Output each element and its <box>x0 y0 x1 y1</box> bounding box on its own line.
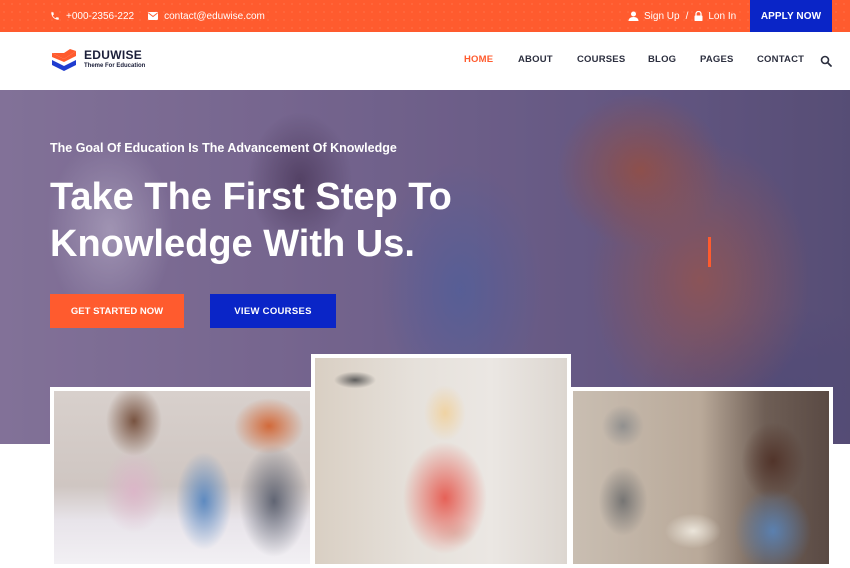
phone-number: +000-2356-222 <box>66 10 135 22</box>
search-button[interactable] <box>820 54 834 68</box>
auth-links: Sign Up / Lon In <box>628 0 736 32</box>
nav-pages[interactable]: PAGES <box>700 54 734 65</box>
main-header: EDUWISE Theme For Education HOME ABOUT C… <box>0 32 850 90</box>
contact-info: +000-2356-222 contact@eduwise.com <box>50 0 279 32</box>
log-in-link[interactable]: Lon In <box>708 11 736 22</box>
students-cafe-photo <box>569 387 833 568</box>
sign-up-link[interactable]: Sign Up <box>644 11 680 22</box>
nav-courses[interactable]: COURSES <box>577 54 625 65</box>
phone-icon <box>51 12 59 20</box>
get-started-button[interactable]: GET STARTED NOW <box>50 294 184 328</box>
envelope-icon <box>148 12 159 20</box>
phone-contact[interactable]: +000-2356-222 <box>50 11 134 22</box>
apply-now-button[interactable]: APPLY NOW <box>750 0 832 32</box>
main-nav: HOME ABOUT COURSES BLOG PAGES CONTACT <box>0 32 850 90</box>
lock-icon <box>694 11 703 21</box>
auth-separator: / <box>685 10 689 22</box>
hero-title: Take The First Step To Knowledge With Us… <box>50 176 452 265</box>
students-studying-photo <box>50 387 314 568</box>
nav-home[interactable]: HOME <box>464 54 493 65</box>
top-bar: +000-2356-222 contact@eduwise.com Sign U… <box>0 0 850 32</box>
search-icon <box>820 55 832 67</box>
nav-about[interactable]: ABOUT <box>518 54 553 65</box>
nav-blog[interactable]: BLOG <box>648 54 676 65</box>
hero-accent-line <box>708 237 711 267</box>
nav-contact[interactable]: CONTACT <box>757 54 804 65</box>
view-courses-button[interactable]: VIEW COURSES <box>210 294 336 328</box>
email-address: contact@eduwise.com <box>164 10 265 22</box>
user-icon <box>628 11 639 21</box>
hero-tagline: The Goal Of Education Is The Advancement… <box>50 141 397 155</box>
woman-with-tablet-photo <box>311 354 571 568</box>
email-contact[interactable]: contact@eduwise.com <box>148 11 265 22</box>
